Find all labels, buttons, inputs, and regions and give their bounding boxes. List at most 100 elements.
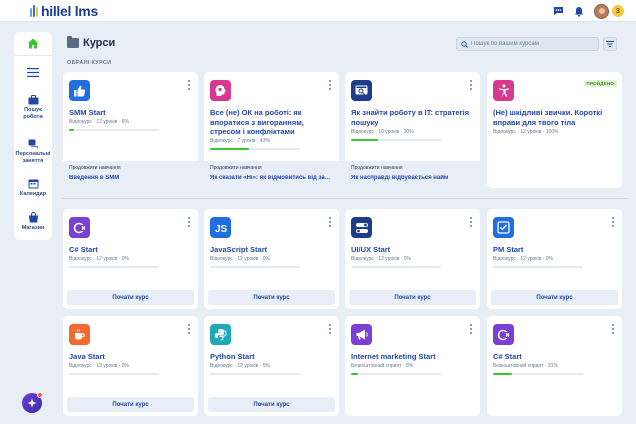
more-options-icon[interactable] xyxy=(328,217,331,227)
progress-fill xyxy=(351,139,378,141)
progress-fill xyxy=(210,148,249,150)
csharp-icon xyxy=(493,324,514,345)
course-card-python-start[interactable]: Python Start Відеокурс · 12 уроків · 0% … xyxy=(204,316,339,416)
logo-text: hillel lms xyxy=(41,3,98,19)
course-title[interactable]: (Не) шкідливі звички. Короткі вправи для… xyxy=(493,108,619,127)
more-options-icon[interactable] xyxy=(187,324,190,334)
start-course-button[interactable]: Почати курс xyxy=(67,397,194,412)
search-box[interactable] xyxy=(456,37,599,51)
start-course-button[interactable]: Почати курс xyxy=(208,397,335,412)
sidebar-item-shop[interactable]: Магазин xyxy=(14,212,52,232)
thumbs-up-icon xyxy=(69,80,90,101)
logo-mark-icon xyxy=(30,4,39,18)
sidebar-item-calendar[interactable]: Календар xyxy=(14,178,52,198)
course-progress-bar xyxy=(351,139,441,141)
start-course-button[interactable]: Почати курс xyxy=(67,290,194,305)
chat-icon xyxy=(28,139,38,148)
course-title[interactable]: SMM Start xyxy=(69,108,195,118)
course-card-uiux-start[interactable]: UI/UX Start Відеокурс · 12 уроків · 0% П… xyxy=(345,209,480,309)
favorites-section-label: ОБРАНІ КУРСИ xyxy=(67,60,112,66)
shop-icon xyxy=(28,212,38,223)
start-course-button[interactable]: Почати курс xyxy=(491,290,618,305)
sidebar-item-personal-lessons[interactable]: Персональні заняття xyxy=(14,138,52,164)
course-progress-bar xyxy=(69,266,159,268)
ai-assistant-button[interactable] xyxy=(22,392,43,413)
course-card-it-job-search[interactable]: Як знайти роботу в IT: стратегія пошуку … xyxy=(345,72,480,188)
course-meta: Відеокурс · 13 уроків · 0% xyxy=(69,363,129,369)
start-course-button[interactable]: Почати курс xyxy=(349,290,476,305)
course-card-java-start[interactable]: Java Start Відеокурс · 13 уроків · 0% По… xyxy=(63,316,198,416)
course-card-internet-marketing[interactable]: Internet marketing Start Безкоштовний сп… xyxy=(345,316,480,416)
sidebar-menu-toggle[interactable] xyxy=(14,62,52,82)
calendar-icon xyxy=(28,179,38,189)
more-options-icon[interactable] xyxy=(187,80,190,90)
job-search-icon xyxy=(351,80,372,101)
course-card-csharp-sprint[interactable]: C# Start Безкоштовний спринт · 21% xyxy=(487,316,622,416)
coins-badge[interactable]: 3 xyxy=(612,5,624,17)
more-options-icon[interactable] xyxy=(469,80,472,90)
course-meta: Відеокурс · 12 уроків · 0% xyxy=(493,256,553,262)
course-title[interactable]: Все (не) ОК на роботі: як впоратися з ви… xyxy=(210,108,336,137)
python-icon xyxy=(210,324,231,345)
home-icon xyxy=(27,38,39,49)
hamburger-menu-icon xyxy=(27,67,39,77)
svg-text:JS: JS xyxy=(215,224,228,234)
course-card-javascript-start[interactable]: JS JavaScript Start Відеокурс · 12 урокі… xyxy=(204,209,339,309)
course-title[interactable]: UI/UX Start xyxy=(351,245,477,255)
continue-lesson-link[interactable]: Як сказати «Ні»: як відмовитись від зайв… xyxy=(210,175,333,181)
course-card-smm-start[interactable]: SMM Start Відеокурс · 12 уроків · 6% Про… xyxy=(63,72,198,188)
megaphone-icon xyxy=(351,324,372,345)
notification-bell-icon[interactable] xyxy=(573,5,585,17)
chat-icon[interactable] xyxy=(552,5,564,17)
continue-learning-panel[interactable]: Продовжити навчання Як насправді відбува… xyxy=(345,161,480,188)
top-bar: hillel lms 3 xyxy=(0,0,636,22)
course-progress-bar xyxy=(69,129,159,131)
progress-fill xyxy=(351,373,359,375)
course-card-burnout[interactable]: Все (не) ОК на роботі: як впоратися з ви… xyxy=(204,72,339,188)
sidebar-item-job-search[interactable]: Пошук роботи xyxy=(14,94,52,120)
start-course-button[interactable]: Почати курс xyxy=(208,290,335,305)
accessibility-icon xyxy=(493,80,514,101)
course-progress-bar xyxy=(351,266,441,268)
more-options-icon[interactable] xyxy=(611,217,614,227)
more-options-icon[interactable] xyxy=(611,324,614,334)
course-progress-bar xyxy=(210,373,300,375)
toggle-icon xyxy=(351,217,372,238)
hillel-lms-logo[interactable]: hillel lms xyxy=(30,3,98,19)
user-avatar[interactable] xyxy=(594,3,609,19)
course-card-csharp-start[interactable]: C# Start Відеокурс · 12 уроків · 0% Поча… xyxy=(63,209,198,309)
filter-button[interactable] xyxy=(603,37,617,51)
course-title[interactable]: Internet marketing Start xyxy=(351,352,477,362)
course-title[interactable]: PM Start xyxy=(493,245,619,255)
course-meta: Відеокурс · 12 уроків · 0% xyxy=(69,256,129,262)
folder-icon xyxy=(67,36,79,48)
continue-lesson-link[interactable]: Як насправді відбувається найм xyxy=(351,175,474,181)
section-divider xyxy=(62,198,628,199)
course-meta: Безкоштовний спринт · 8% xyxy=(351,363,414,369)
course-title[interactable]: C# Start xyxy=(69,245,195,255)
course-title[interactable]: Java Start xyxy=(69,352,195,362)
more-options-icon[interactable] xyxy=(469,324,472,334)
progress-fill xyxy=(69,129,75,131)
course-title[interactable]: Python Start xyxy=(210,352,336,362)
continue-learning-panel[interactable]: Продовжити навчання Як сказати «Ні»: як … xyxy=(204,161,339,188)
course-title[interactable]: C# Start xyxy=(493,352,619,362)
course-title[interactable]: Як знайти роботу в IT: стратегія пошуку xyxy=(351,108,477,127)
search-input[interactable] xyxy=(471,41,591,47)
coffee-cup-icon xyxy=(69,324,90,345)
course-progress-bar xyxy=(210,266,300,268)
more-options-icon[interactable] xyxy=(469,217,472,227)
course-card-habits[interactable]: ПРОЙДЕНО (Не) шкідливі звички. Короткі в… xyxy=(487,72,622,188)
course-title[interactable]: JavaScript Start xyxy=(210,245,336,255)
more-options-icon[interactable] xyxy=(328,80,331,90)
more-options-icon[interactable] xyxy=(328,324,331,334)
checklist-icon xyxy=(493,217,514,238)
sidebar-home[interactable] xyxy=(14,32,52,56)
continue-learning-panel[interactable]: Продовжити навчання Введення в SMM xyxy=(63,161,198,188)
more-options-icon[interactable] xyxy=(187,217,190,227)
continue-lesson-link[interactable]: Введення в SMM xyxy=(69,175,192,181)
course-card-pm-start[interactable]: PM Start Відеокурс · 12 уроків · 0% Поча… xyxy=(487,209,622,309)
completed-badge: ПРОЙДЕНО xyxy=(583,80,617,87)
course-meta: Відеокурс · 12 уроків · 0% xyxy=(210,256,270,262)
search-icon xyxy=(461,40,468,48)
